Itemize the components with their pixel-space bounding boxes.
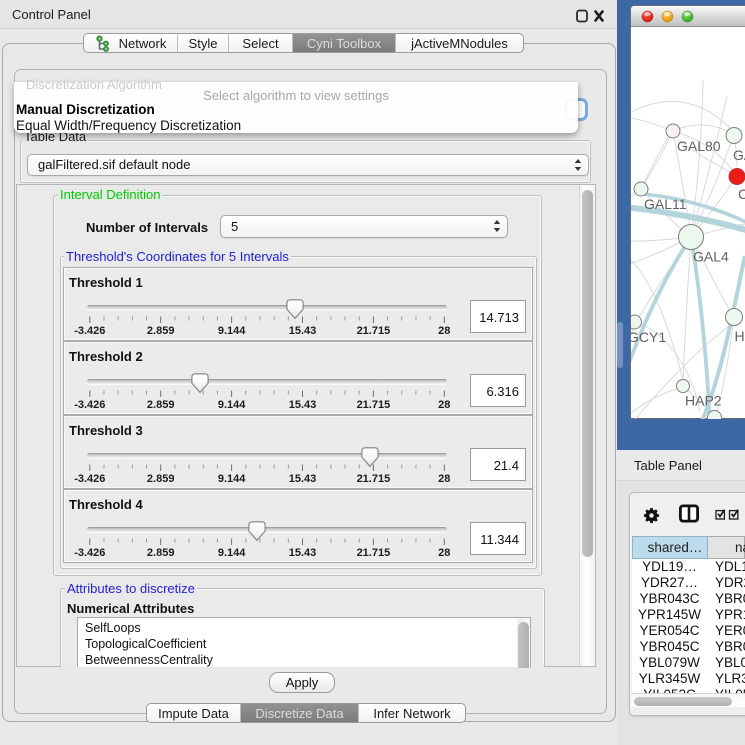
svg-text:H: H bbox=[735, 328, 745, 344]
svg-text:GAL4: GAL4 bbox=[693, 249, 729, 265]
svg-text:GAL80: GAL80 bbox=[677, 138, 721, 154]
svg-text:GA: GA bbox=[733, 147, 745, 163]
svg-text:HAP2: HAP2 bbox=[685, 393, 722, 409]
svg-text:C: C bbox=[738, 186, 745, 202]
svg-text:GCY1: GCY1 bbox=[631, 329, 666, 345]
svg-text:GAL11: GAL11 bbox=[644, 196, 687, 212]
